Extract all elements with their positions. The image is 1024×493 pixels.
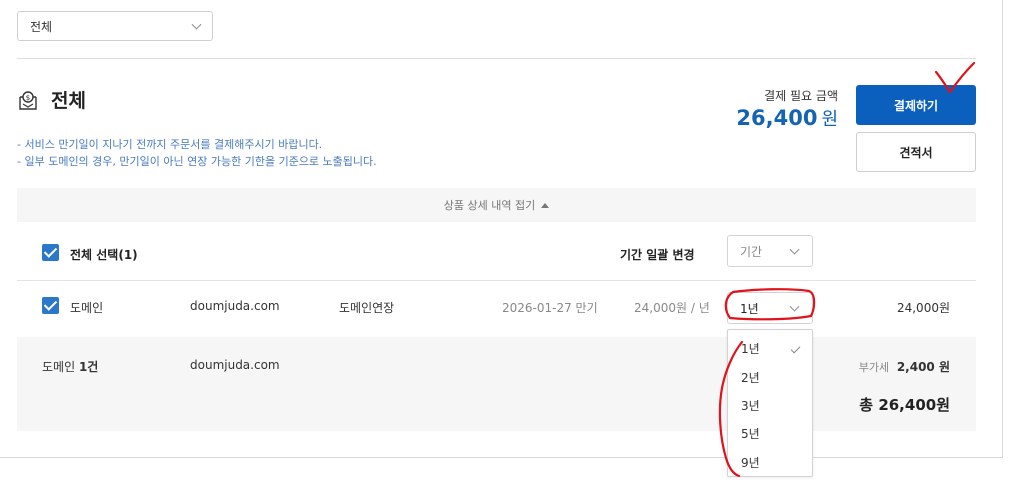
payment-amount-unit: 원 — [821, 109, 838, 130]
collapse-details-toggle[interactable]: 상품 상세 내역 접기 — [17, 188, 976, 222]
summary-count-prefix: 도메인 — [42, 360, 76, 374]
item-checkbox[interactable] — [42, 297, 59, 314]
collapse-details-label: 상품 상세 내역 접기 — [443, 199, 536, 212]
dropdown-option-2[interactable]: 2년 — [741, 369, 760, 386]
vat-label: 부가세 — [858, 361, 890, 374]
item-period-value: 1년 — [740, 301, 759, 316]
table-row: 도메인 doumjuda.com 도메인연장 2026-01-27 만기 24,… — [17, 281, 976, 337]
item-expiry: 2026-01-27 만기 — [502, 301, 598, 315]
dropdown-option-3[interactable]: 3년 — [741, 397, 760, 414]
total-prefix: 총 — [859, 396, 874, 414]
caret-up-icon — [541, 202, 550, 208]
item-domain: doumjuda.com — [190, 299, 280, 313]
check-icon — [790, 343, 801, 354]
section-header: $ 전체 — [17, 86, 86, 113]
filter-selected-value: 전체 — [30, 19, 53, 34]
vat-value: 2,400 원 — [896, 360, 950, 374]
item-period-select[interactable]: 1년 — [727, 292, 813, 324]
notice-line: - 서비스 만기일이 지나기 전까지 주문서를 결제해주시기 바랍니다. — [17, 138, 323, 151]
payment-amount: 26,400 원 — [736, 105, 838, 131]
item-service: 도메인연장 — [339, 301, 395, 315]
divider — [17, 58, 976, 59]
section-title: 전체 — [51, 90, 86, 112]
quote-button[interactable]: 견적서 — [856, 132, 976, 172]
money-box-icon: $ — [17, 89, 39, 111]
summary-domain: doumjuda.com — [190, 358, 280, 372]
total-line: 총 26,400원 — [859, 394, 950, 415]
select-all-label: 전체 선택(1) — [70, 248, 138, 262]
period-dropdown-menu: 1년 2년 3년 5년 9년 — [727, 329, 813, 477]
chevron-down-icon — [789, 301, 800, 312]
service-filter-select[interactable]: 전체 — [17, 11, 213, 41]
payment-amount-value: 26,400 — [736, 106, 818, 130]
bulk-period-select[interactable]: 기간 — [727, 235, 813, 267]
item-type: 도메인 — [70, 301, 104, 315]
select-all-row: 전체 선택(1) 기간 일괄 변경 기간 — [17, 222, 976, 281]
notice-line: - 일부 도메인의 경우, 만기일이 아닌 연장 가능한 기한을 기준으로 노출… — [17, 155, 377, 168]
vat-line: 부가세 2,400 원 — [859, 358, 950, 375]
dropdown-option-5[interactable]: 5년 — [741, 425, 760, 442]
bulk-period-label: 기간 일괄 변경 — [620, 248, 695, 262]
payment-required-label: 결제 필요 금액 — [764, 89, 838, 103]
summary-count: 도메인 1건 — [42, 358, 98, 375]
chevron-down-icon — [789, 244, 800, 255]
pay-button[interactable]: 결제하기 — [856, 85, 976, 125]
chevron-down-icon — [191, 19, 202, 30]
product-detail-box: 상품 상세 내역 접기 전체 선택(1) 기간 일괄 변경 기간 도메인 dou… — [17, 188, 976, 431]
bulk-period-placeholder: 기간 — [740, 244, 763, 259]
dropdown-option-1[interactable]: 1년 — [741, 340, 760, 357]
dropdown-option-9[interactable]: 9년 — [741, 454, 760, 471]
notice-text: - 서비스 만기일이 지나기 전까지 주문서를 결제해주시기 바랍니다. - 일… — [17, 136, 377, 170]
total-value: 26,400원 — [878, 396, 950, 414]
summary-count-value: 1건 — [78, 360, 99, 374]
item-price: 24,000원 — [896, 301, 950, 315]
svg-text:$: $ — [26, 94, 30, 102]
item-unit-price: 24,000원 / 년 — [634, 301, 710, 315]
select-all-checkbox[interactable] — [42, 244, 59, 261]
